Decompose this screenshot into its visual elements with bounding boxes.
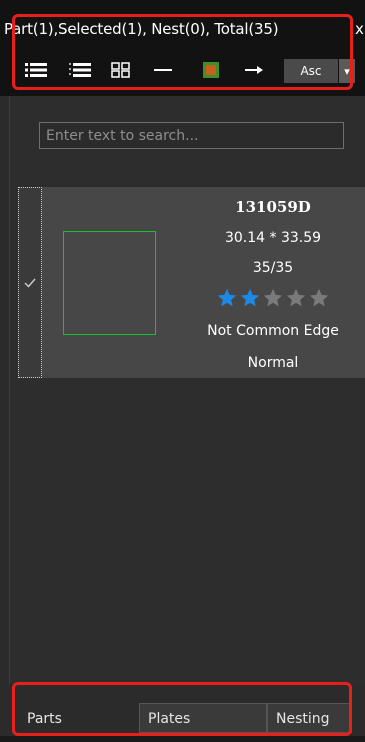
bottom-strip — [0, 736, 365, 742]
star-filled-icon[interactable] — [239, 287, 261, 309]
checkmark-icon — [23, 276, 37, 290]
star-empty-icon[interactable] — [262, 287, 284, 309]
close-button[interactable]: x — [355, 20, 364, 38]
highlight-frame-toolbar — [12, 14, 353, 90]
highlight-frame-tabs — [12, 682, 352, 736]
star-empty-icon[interactable] — [285, 287, 307, 309]
star-empty-icon[interactable] — [308, 287, 330, 309]
part-thumbnail — [63, 231, 156, 335]
search-input[interactable] — [39, 122, 344, 149]
priority-stars[interactable] — [213, 287, 333, 309]
parts-list-panel — [9, 96, 365, 684]
star-filled-icon[interactable] — [216, 287, 238, 309]
part-status-text: Normal — [247, 355, 299, 371]
part-dimensions: 30.14 * 33.59 — [224, 230, 322, 246]
part-name: 131059D — [235, 198, 311, 216]
part-quantity: 35/35 — [252, 260, 294, 276]
part-checkbox[interactable] — [18, 187, 42, 378]
edge-mode-text: Not Common Edge — [207, 323, 339, 339]
